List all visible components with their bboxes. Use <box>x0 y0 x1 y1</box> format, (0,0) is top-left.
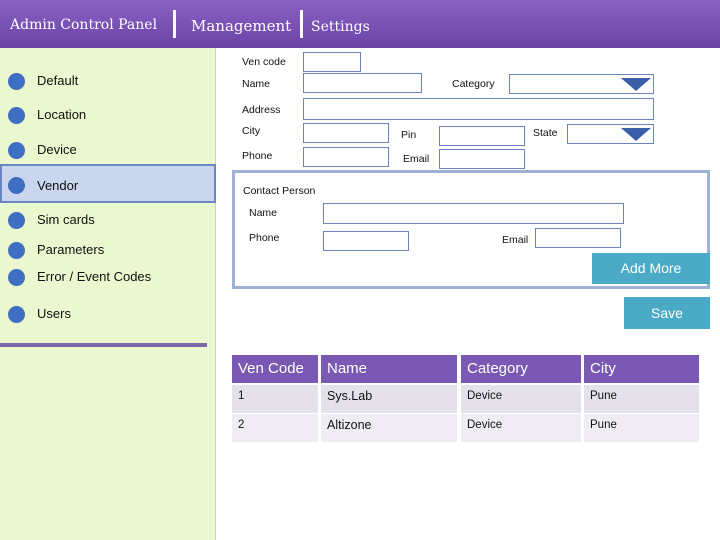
sidebar-item-label: Vendor <box>37 178 79 193</box>
contact-email-input[interactable] <box>535 228 621 248</box>
table-cell: Pune <box>584 385 699 413</box>
ven-code-input[interactable] <box>303 52 361 72</box>
bullet-icon <box>8 212 25 229</box>
bullet-icon <box>8 177 25 194</box>
table-cell: Altizone <box>321 414 457 442</box>
sidebar-item-sim-cards[interactable]: Sim cards <box>0 204 216 234</box>
column-header[interactable]: Category <box>461 355 581 383</box>
sidebar-item-label: Location <box>37 107 87 122</box>
sidebar: Default Location Device Vendor Sim cards… <box>0 48 216 540</box>
category-label: Category <box>452 78 495 90</box>
city-label: City <box>242 125 261 137</box>
sidebar-item-label: Users <box>37 306 71 321</box>
state-label: State <box>533 127 558 139</box>
sidebar-item-vendor[interactable]: Vendor <box>0 164 216 203</box>
sidebar-divider <box>0 343 207 347</box>
add-more-button[interactable]: Add More <box>592 253 710 284</box>
category-select[interactable] <box>509 74 654 94</box>
sidebar-item-parameters[interactable]: Parameters <box>0 234 216 264</box>
nav-settings[interactable]: Settings <box>311 19 370 35</box>
contact-name-label: Name <box>249 207 278 219</box>
contact-email-label: Email <box>502 234 529 246</box>
sidebar-item-default[interactable]: Default <box>0 65 216 95</box>
name-label: Name <box>242 78 271 90</box>
app-title: Admin Control Panel <box>10 17 158 33</box>
bullet-icon <box>8 142 25 159</box>
sidebar-item-label: Device <box>37 142 77 157</box>
name-input[interactable] <box>303 73 422 93</box>
bullet-icon <box>8 269 25 286</box>
pin-input[interactable] <box>439 126 525 146</box>
city-input[interactable] <box>303 123 389 143</box>
email-input[interactable] <box>439 149 525 169</box>
header-separator <box>173 10 176 38</box>
sidebar-item-label: Sim cards <box>37 212 95 227</box>
bullet-icon <box>8 107 25 124</box>
header-separator <box>300 10 303 38</box>
sidebar-item-error-event-codes[interactable]: Error / Event Codes <box>0 261 216 291</box>
pin-label: Pin <box>401 129 417 141</box>
sidebar-item-label: Error / Event Codes <box>37 269 152 284</box>
sidebar-item-users[interactable]: Users <box>0 298 216 328</box>
state-select[interactable] <box>567 124 654 144</box>
bullet-icon <box>8 73 25 90</box>
phone-input[interactable] <box>303 147 389 167</box>
contact-phone-label: Phone <box>249 232 280 244</box>
phone-label: Phone <box>242 150 273 162</box>
contact-person-title: Contact Person <box>243 185 316 197</box>
sidebar-item-device[interactable]: Device <box>0 134 216 164</box>
nav-management[interactable]: Management <box>191 17 291 35</box>
dropdown-arrow-icon <box>621 78 651 91</box>
table-cell: Pune <box>584 414 699 442</box>
sidebar-item-location[interactable]: Location <box>0 99 216 129</box>
bullet-icon <box>8 242 25 259</box>
save-button[interactable]: Save <box>624 297 710 329</box>
column-header[interactable]: Name <box>321 355 457 383</box>
dropdown-arrow-icon <box>621 128 651 141</box>
email-label: Email <box>403 153 430 165</box>
table-cell: Device <box>461 385 581 413</box>
sidebar-item-label: Default <box>37 73 79 88</box>
top-header: Admin Control Panel Management Settings <box>0 0 720 48</box>
address-input[interactable] <box>303 98 654 120</box>
table-cell: 2 <box>232 414 318 442</box>
contact-phone-input[interactable] <box>323 231 409 251</box>
table-cell: Sys.Lab <box>321 385 457 413</box>
sidebar-item-label: Parameters <box>37 242 105 257</box>
column-header[interactable]: City <box>584 355 699 383</box>
address-label: Address <box>242 104 281 116</box>
table-cell: 1 <box>232 385 318 413</box>
column-header[interactable]: Ven Code <box>232 355 318 383</box>
table-cell: Device <box>461 414 581 442</box>
ven-code-label: Ven code <box>242 56 286 68</box>
contact-name-input[interactable] <box>323 203 624 224</box>
bullet-icon <box>8 306 25 323</box>
